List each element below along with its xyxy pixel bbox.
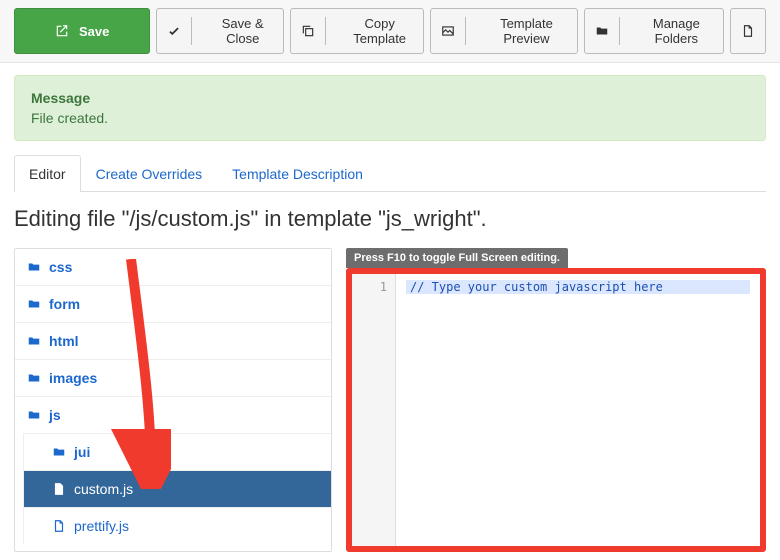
line-number: 1 [356,280,387,294]
tree-folder-form[interactable]: form [15,285,331,322]
manage-folders-label: Manage Folders [630,9,723,53]
save-close-label: Save & Close [202,9,283,53]
tree-label: images [49,370,97,386]
tree-label: custom.js [74,481,133,497]
toolbar: Save Save & Close Copy Template Template… [0,0,780,63]
editor-hint: Press F10 to toggle Full Screen editing. [346,248,568,268]
folder-icon [27,371,41,385]
tree-label: jui [74,444,90,460]
tree-file-prettify-js[interactable]: prettify.js [23,507,331,544]
folder-icon [27,334,41,348]
folder-icon [585,17,620,45]
image-icon [431,17,466,45]
tree-folder-css[interactable]: css [15,249,331,285]
tree-folder-jui[interactable]: jui [23,433,331,470]
workspace: css form html images js jui [14,248,766,552]
tree-folder-images[interactable]: images [15,359,331,396]
tab-template-description[interactable]: Template Description [217,155,378,192]
tree-label: js [49,407,61,423]
copy-template-button[interactable]: Copy Template [290,8,424,54]
template-preview-button[interactable]: Template Preview [430,8,577,54]
save-close-button[interactable]: Save & Close [156,8,284,54]
tree-label: prettify.js [74,518,129,534]
line-gutter: 1 [352,274,396,546]
alert-message: Message File created. [14,75,766,141]
save-icon [55,24,69,38]
save-label: Save [79,24,109,39]
manage-folders-button[interactable]: Manage Folders [584,8,724,54]
tree-label: form [49,296,80,312]
tabs: Editor Create Overrides Template Descrip… [14,155,766,192]
alert-body: File created. [31,110,749,126]
tree-folder-html[interactable]: html [15,322,331,359]
folder-icon [27,260,41,274]
file-icon [52,519,66,533]
code-line: // Type your custom javascript here [406,280,750,294]
alert-title: Message [31,90,749,106]
tab-editor[interactable]: Editor [14,155,81,192]
folder-icon [52,445,66,459]
tab-create-overrides[interactable]: Create Overrides [81,155,218,192]
code-area[interactable]: // Type your custom javascript here [396,274,760,546]
tree-label: html [49,333,79,349]
file-tree: css form html images js jui [14,248,332,552]
file-icon [52,482,66,496]
copy-icon [291,17,326,45]
folder-icon [27,297,41,311]
code-editor[interactable]: 1 // Type your custom javascript here [346,268,766,552]
save-button[interactable]: Save [14,8,150,54]
copy-template-label: Copy Template [336,9,423,53]
tree-label: css [49,259,72,275]
template-preview-label: Template Preview [476,9,576,53]
new-file-button[interactable] [730,8,766,54]
check-icon [157,17,192,45]
folder-icon [27,408,41,422]
page-title: Editing file "/js/custom.js" in template… [14,206,766,232]
file-icon [741,24,755,38]
editor-pane: Press F10 to toggle Full Screen editing.… [346,248,766,552]
tree-file-custom-js[interactable]: custom.js [23,470,331,507]
tree-folder-js[interactable]: js [15,396,331,433]
